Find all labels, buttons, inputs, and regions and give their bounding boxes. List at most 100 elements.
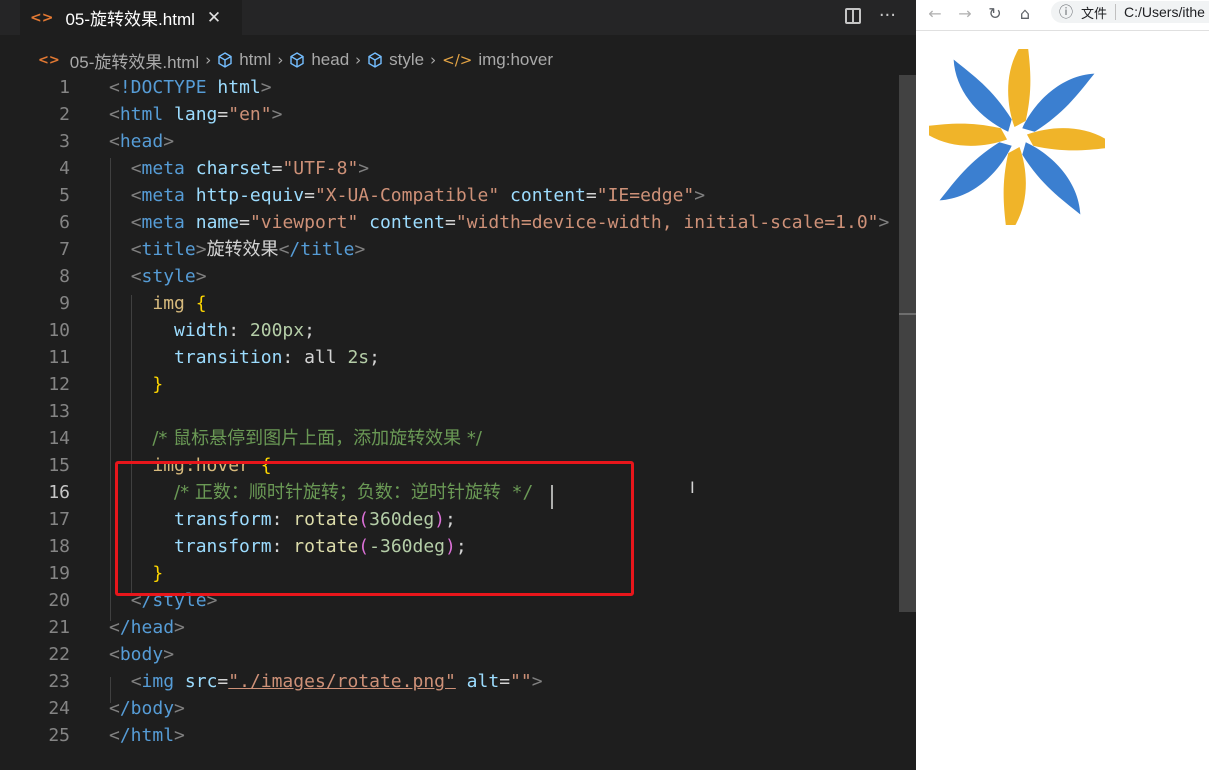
line-number: 18: [48, 536, 70, 557]
line-number: 3: [59, 131, 70, 152]
line-number: 13: [48, 401, 70, 422]
tab-bar: <> 05-旋转效果.html ✕ ···: [0, 0, 916, 35]
line-number: 6: [59, 212, 70, 233]
tag-name: style: [141, 266, 196, 287]
cube-icon: [290, 52, 305, 68]
close-icon[interactable]: ✕: [207, 8, 221, 28]
attr-name: alt: [466, 671, 500, 692]
line-number: 24: [48, 698, 70, 719]
html-file-icon: <>: [30, 9, 54, 26]
line-number: 5: [59, 185, 70, 206]
line-number: 14: [48, 428, 70, 449]
line-number: 2: [59, 104, 70, 125]
back-icon[interactable]: ←: [924, 4, 946, 23]
line-number: 23: [48, 671, 70, 692]
toolbar-divider: [916, 30, 1209, 31]
scrollbar-cursor-marker: [899, 313, 916, 315]
breadcrumb-file[interactable]: 05-旋转效果.html: [70, 48, 199, 73]
tag-name: /title: [289, 239, 355, 260]
breadcrumb-head[interactable]: head: [311, 50, 349, 70]
browser-window: ← → ↻ ⌂ ⓘ 文件 C:/Users/ithe: [916, 0, 1209, 770]
pinwheel-blade: [1022, 73, 1095, 132]
tag-name: meta: [141, 158, 185, 179]
attr-value: "": [510, 671, 532, 692]
css-property: transition: [174, 347, 283, 368]
file-scheme-label: 文件: [1081, 6, 1108, 22]
chevron-right-icon: ›: [205, 51, 212, 69]
doctype-html: html: [217, 77, 261, 98]
home-icon[interactable]: ⌂: [1014, 4, 1036, 23]
css-selector-icon: </>: [442, 51, 473, 69]
attr-name: http-equiv: [195, 185, 305, 206]
tag-name: img: [141, 671, 175, 692]
attr-name: src: [184, 671, 218, 692]
tag-name: title: [141, 239, 196, 260]
attr-name: content: [369, 212, 446, 233]
cube-icon: [368, 52, 382, 68]
breadcrumb: <> 05-旋转效果.html › html › head › style › …: [38, 48, 553, 72]
cube-icon: [218, 52, 232, 68]
css-property: width: [174, 320, 229, 341]
text-cursor: [551, 485, 553, 509]
address-bar[interactable]: ⓘ 文件 C:/Users/ithe: [1051, 1, 1209, 23]
html-file-icon: <>: [38, 52, 60, 68]
info-icon[interactable]: ⓘ: [1059, 2, 1073, 22]
css-comment: /* 鼠标悬停到图片上面，添加旋转效果 */: [152, 428, 482, 449]
line-number: 17: [48, 509, 70, 530]
tag-name: html: [119, 104, 164, 125]
tab-title: 05-旋转效果.html: [65, 10, 195, 29]
line-number: 12: [48, 374, 70, 395]
attr-value: "IE=edge": [596, 185, 695, 206]
line-number: 10: [48, 320, 70, 341]
attr-name: charset: [195, 158, 272, 179]
tag-name: /head: [119, 617, 175, 638]
line-number: 4: [59, 158, 70, 179]
attr-value: "viewport": [249, 212, 359, 233]
tag-name: /body: [119, 698, 175, 719]
css-selector: img: [152, 293, 185, 314]
attr-name: lang: [174, 104, 218, 125]
line-number: 11: [48, 347, 70, 368]
css-value: 200px: [249, 320, 305, 341]
url-text[interactable]: C:/Users/ithe: [1124, 4, 1205, 20]
attr-value: "UTF-8": [282, 158, 359, 179]
line-number: 20: [48, 590, 70, 611]
chevron-right-icon: ›: [277, 51, 284, 69]
attr-name: content: [510, 185, 586, 206]
attr-value: "en": [228, 104, 272, 125]
more-actions-icon[interactable]: ···: [879, 5, 896, 26]
attr-value: "width=device-width, initial-scale=1.0": [455, 212, 879, 233]
line-number: 9: [59, 293, 70, 314]
split-editor-icon[interactable]: [844, 7, 861, 24]
line-number-active: 16: [48, 482, 70, 503]
line-number: 22: [48, 644, 70, 665]
tag-name: /html: [119, 725, 175, 746]
breadcrumb-style[interactable]: style: [389, 50, 424, 70]
tag-name: body: [119, 644, 164, 665]
highlight-annotation-box: [115, 461, 634, 596]
css-value: 2s: [347, 347, 370, 368]
chevron-right-icon: ›: [355, 51, 362, 69]
address-divider: [1115, 4, 1117, 20]
breadcrumb-html[interactable]: html: [239, 50, 271, 70]
line-number: 19: [48, 563, 70, 584]
forward-icon[interactable]: →: [954, 4, 976, 23]
line-number: 8: [59, 266, 70, 287]
tag-name: head: [119, 131, 164, 152]
tab-05-rotate-html[interactable]: <> 05-旋转效果.html ✕: [20, 0, 242, 35]
attr-value: "X-UA-Compatible": [314, 185, 500, 206]
vertical-scrollbar-thumb[interactable]: [899, 75, 916, 612]
css-value: all: [304, 347, 337, 368]
title-text: 旋转效果: [206, 239, 279, 260]
breadcrumb-img-hover[interactable]: img:hover: [478, 50, 553, 70]
line-number: 1: [59, 77, 70, 98]
reload-icon[interactable]: ↻: [984, 4, 1006, 23]
pinwheel-blade: [953, 59, 1012, 132]
attr-value-link[interactable]: "./images/rotate.png": [228, 671, 456, 692]
tag-name: meta: [141, 185, 185, 206]
rotate-pinwheel-image[interactable]: [929, 49, 1105, 225]
code-editor: <> 05-旋转效果.html ✕ ··· <> 05-旋转效果.html › …: [0, 0, 916, 770]
pinwheel-blade: [1022, 142, 1081, 215]
doctype-keyword: !DOCTYPE: [119, 77, 207, 98]
chevron-right-icon: ›: [430, 51, 437, 69]
